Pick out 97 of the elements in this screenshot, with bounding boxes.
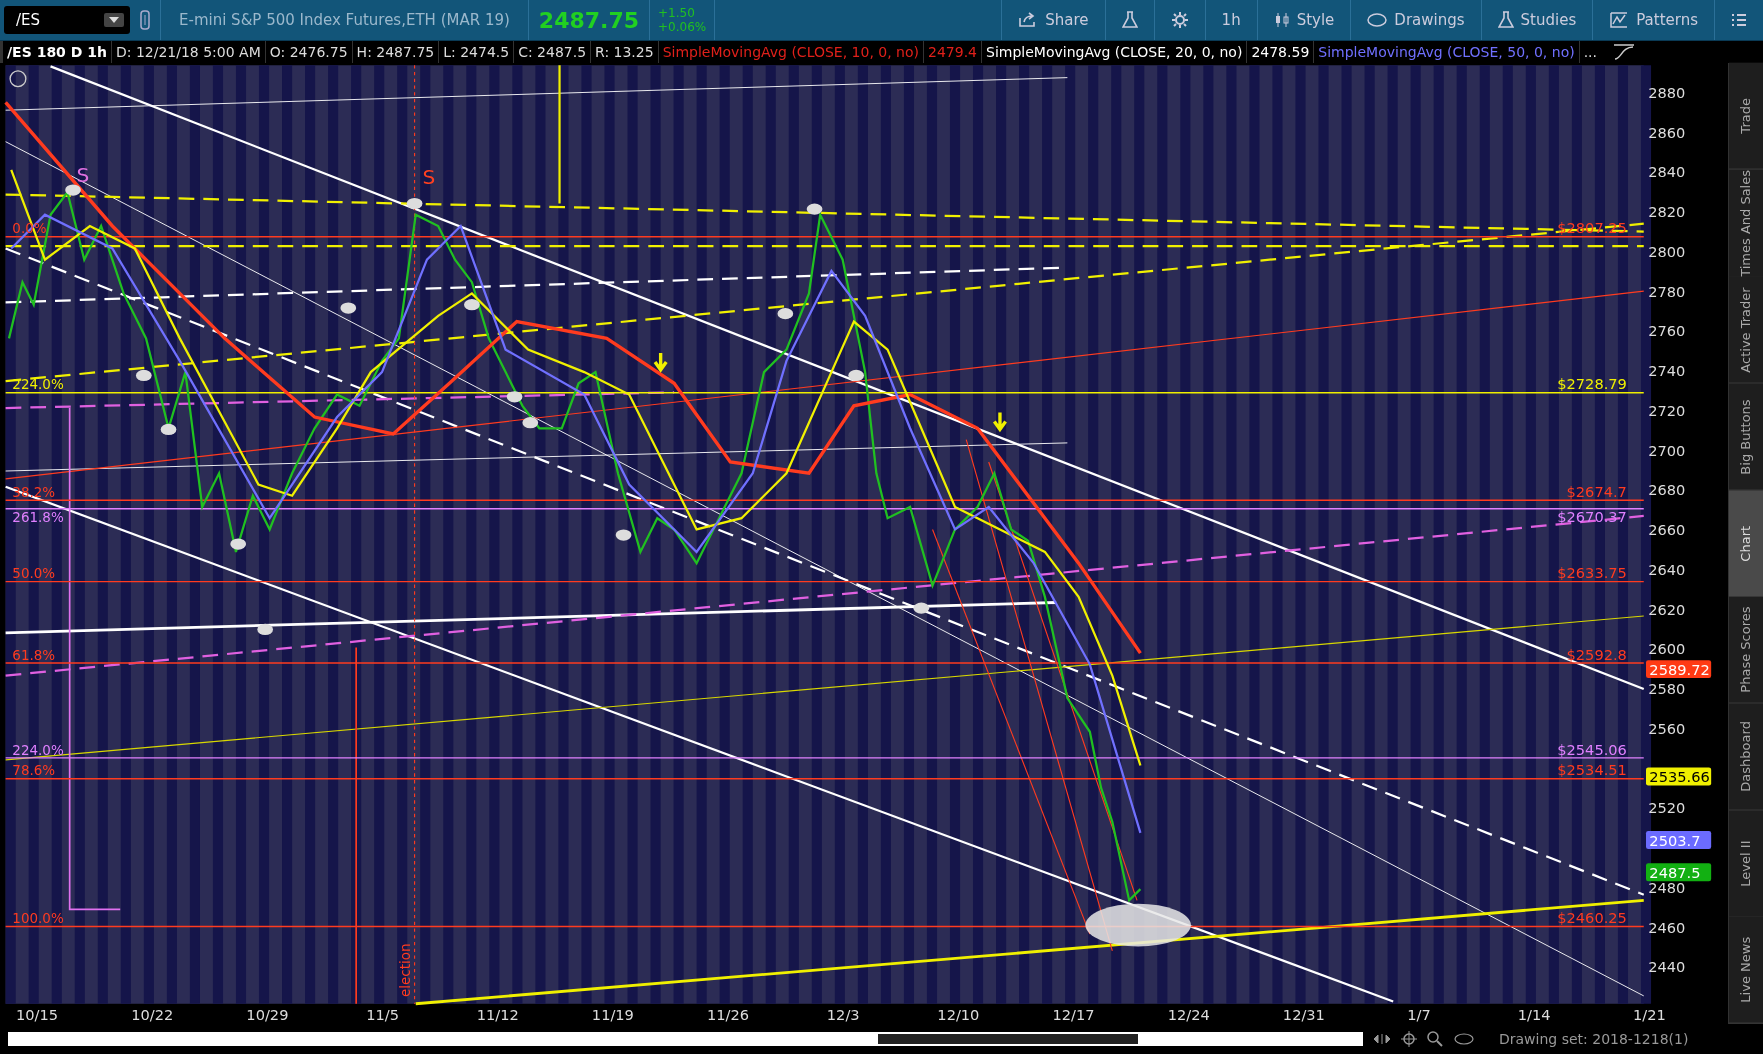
style-button[interactable]: Style — [1256, 0, 1351, 40]
horizontal-scrollbar[interactable] — [8, 1032, 1363, 1046]
date-axis-label: 12/24 — [1167, 1005, 1210, 1023]
price-axis-label: 2520 — [1648, 799, 1686, 817]
alert-icon[interactable] — [9, 70, 27, 88]
event-label: election — [397, 943, 414, 997]
price-axis-label: 2780 — [1648, 282, 1686, 300]
date-axis-label: 12/31 — [1282, 1005, 1325, 1023]
price-tag: 2487.5 — [1646, 863, 1712, 882]
date-axis-label: 10/29 — [246, 1005, 289, 1023]
date-axis-label: 11/19 — [591, 1005, 634, 1023]
more-studies-button[interactable]: ... — [1579, 41, 1602, 63]
instrument-description: E-mini S&P 500 Index Futures,ETH (MAR 19) — [160, 0, 528, 40]
oval-icon — [1367, 13, 1388, 27]
fib-level-label: 78.6% — [12, 762, 56, 779]
price-axis-label: 2840 — [1648, 163, 1686, 181]
timeframe-button[interactable]: 1h — [1204, 0, 1257, 40]
date-axis-label: 1/7 — [1407, 1005, 1431, 1023]
side-tab[interactable]: Times And Sales — [1729, 169, 1763, 278]
price-axis-label: 2700 — [1648, 441, 1686, 459]
zoom-icon[interactable] — [1427, 1031, 1443, 1047]
side-tab[interactable]: Chart — [1729, 490, 1763, 598]
price-level-label: $2728.79 — [1557, 375, 1627, 393]
crosshair-icon[interactable] — [1401, 1031, 1417, 1047]
net-change: +1.50 — [658, 6, 696, 20]
menu-icon — [1731, 13, 1747, 27]
price-tag: 2589.72 — [1646, 660, 1712, 679]
symbol-field[interactable]: /ES — [4, 6, 130, 34]
date-axis-label: 10/15 — [16, 1005, 59, 1023]
drawing-oval-icon[interactable] — [1453, 1032, 1475, 1046]
settings-icon — [1170, 11, 1189, 29]
side-tab[interactable]: Level II — [1729, 810, 1763, 918]
price-level-label: $2592.8 — [1566, 645, 1627, 663]
price-level-label: $2674.7 — [1566, 482, 1627, 500]
price-axis-label: 2580 — [1648, 680, 1686, 698]
price-tag: 2503.7 — [1646, 831, 1712, 850]
flask-icon — [1121, 11, 1138, 29]
patterns-button[interactable]: Patterns — [1592, 0, 1714, 40]
price-level-label: $2545.06 — [1557, 740, 1627, 758]
price-axis-label: 2440 — [1648, 958, 1686, 976]
scrollbar-thumb[interactable] — [878, 1034, 1138, 1044]
dropdown-caret-icon — [104, 13, 124, 27]
side-tab[interactable]: Phase Scores — [1729, 597, 1763, 705]
side-tab[interactable]: Dashboard — [1729, 704, 1763, 811]
price-level-label: $2460.25 — [1557, 909, 1627, 927]
fib-level-label: 61.8% — [12, 646, 56, 663]
share-button[interactable]: Share — [1001, 0, 1105, 40]
fib-level-label: 224.0% — [12, 741, 64, 758]
price-axis-label: 2740 — [1648, 362, 1686, 380]
pan-icon[interactable] — [1373, 1032, 1391, 1046]
price-axis-label: 2720 — [1648, 401, 1686, 419]
side-tab[interactable]: Big Buttons — [1729, 384, 1763, 491]
fib-level-label: 100.0% — [12, 910, 64, 927]
candlestick-icon — [1273, 12, 1290, 28]
curve-icon[interactable] — [1613, 43, 1636, 61]
flask-icon — [1497, 11, 1514, 29]
price-axis-label: 2800 — [1648, 242, 1686, 260]
percent-change: +0.06% — [658, 20, 707, 34]
price-axis-label: 2600 — [1648, 640, 1686, 658]
date-axis-label: 10/22 — [131, 1005, 174, 1023]
date-axis-label: 12/17 — [1052, 1005, 1095, 1023]
date-axis-label: 1/21 — [1633, 1005, 1666, 1023]
line-chart-icon — [1609, 11, 1630, 29]
price-axis-label: 2760 — [1648, 322, 1686, 340]
down-arrow-icon — [653, 351, 668, 373]
date-axis-label: 1/14 — [1517, 1005, 1551, 1023]
down-arrow-icon — [992, 410, 1008, 433]
price-axis-label: 2640 — [1648, 560, 1686, 578]
drawings-button[interactable]: Drawings — [1350, 0, 1481, 40]
side-tab[interactable]: Trade — [1729, 63, 1763, 170]
studies-button[interactable]: Studies — [1480, 0, 1593, 40]
price-axis-label: 2680 — [1648, 481, 1686, 499]
fib-level-label: 261.8% — [12, 509, 64, 526]
side-tab[interactable]: Active Trader — [1729, 277, 1763, 385]
price-axis-label: 2560 — [1648, 719, 1686, 737]
link-icon[interactable] — [140, 10, 150, 30]
drawing-set-label[interactable]: Drawing set: 2018-1218(1) — [1499, 1031, 1689, 1047]
date-axis-label: 12/3 — [826, 1005, 860, 1023]
price-axis-label: 2880 — [1648, 83, 1686, 101]
side-tab[interactable]: Live News — [1729, 917, 1763, 1024]
price-axis-label: 2460 — [1648, 918, 1686, 936]
date-axis-label: 12/10 — [937, 1005, 980, 1023]
price-axis-label: 2620 — [1648, 600, 1686, 618]
date-axis-label: 11/26 — [707, 1005, 750, 1023]
fib-level-label: 224.0% — [12, 376, 64, 393]
last-price: 2487.75 — [527, 0, 650, 40]
price-level-label: $2670.37 — [1557, 508, 1627, 526]
date-axis-label: 11/12 — [476, 1005, 519, 1023]
price-axis-label: 2820 — [1648, 203, 1686, 221]
price-level-label: $2633.75 — [1557, 564, 1627, 582]
fib-level-label: 50.0% — [12, 565, 56, 582]
price-axis-label: 2860 — [1648, 123, 1686, 141]
date-axis-label: 11/5 — [366, 1005, 399, 1023]
price-axis-label: 2660 — [1648, 521, 1686, 539]
signal-marker: S — [422, 165, 436, 190]
signal-marker: S — [76, 163, 90, 188]
price-level-label: $2534.51 — [1557, 761, 1627, 779]
